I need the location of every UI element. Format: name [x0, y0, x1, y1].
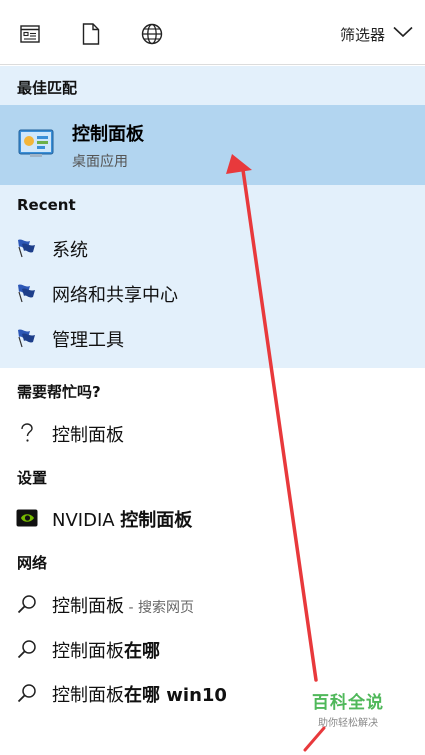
settings-item-prefix: NVIDIA — [52, 510, 121, 531]
recent-item-admin-tools[interactable]: 管理工具 — [0, 316, 425, 360]
watermark-logo: 百科全说 助你轻松解决 — [308, 688, 388, 729]
best-match-subtitle: 桌面应用 — [72, 154, 128, 170]
watermark-sub: 助你轻松解决 — [318, 718, 378, 729]
help-header: 需要帮忙吗? — [17, 383, 101, 401]
control-panel-icon — [18, 129, 54, 164]
flag-icon — [16, 282, 38, 304]
globe-icon[interactable] — [140, 22, 164, 46]
web-item-query: 控制面板 — [52, 685, 124, 706]
settings-item-nvidia[interactable]: NVIDIA 控制面板 — [0, 496, 425, 540]
search-icon — [16, 593, 38, 615]
question-icon — [16, 422, 38, 444]
web-item-bold: 在哪 win10 — [124, 685, 227, 706]
web-item-search[interactable]: 控制面板 - 搜索网页 — [0, 582, 425, 626]
chevron-down-icon — [393, 25, 413, 43]
document-icon[interactable] — [79, 22, 103, 46]
recent-item-label: 系统 — [52, 240, 88, 261]
recent-item-label: 管理工具 — [52, 330, 124, 351]
settings-item-label: NVIDIA 控制面板 — [52, 506, 192, 532]
watermark-main: 百科全说 — [312, 693, 384, 713]
recent-item-system[interactable]: 系统 — [0, 226, 425, 270]
recent-item-network-center[interactable]: 网络和共享中心 — [0, 271, 425, 315]
best-match-header: 最佳匹配 — [17, 79, 78, 97]
best-match-title: 控制面板 — [72, 124, 144, 145]
search-scope-bar: 筛选器 — [0, 0, 425, 65]
web-item-bold: 在哪 — [124, 641, 160, 662]
web-item-query: 控制面板 — [52, 596, 124, 617]
web-item-label: 控制面板在哪 — [52, 637, 160, 663]
search-icon — [16, 682, 38, 704]
filter-label: 筛选器 — [339, 25, 385, 44]
web-item-label: 控制面板 - 搜索网页 — [52, 592, 194, 618]
web-item-label: 控制面板在哪 win10 — [52, 681, 227, 707]
recent-header: Recent — [17, 196, 76, 214]
search-icon — [16, 638, 38, 660]
web-item-where[interactable]: 控制面板在哪 — [0, 627, 425, 671]
best-match-item[interactable] — [0, 105, 425, 185]
settings-item-bold: 控制面板 — [120, 510, 193, 531]
recent-item-label: 网络和共享中心 — [52, 285, 178, 306]
flag-icon — [16, 237, 38, 259]
help-item-control-panel[interactable]: 控制面板 — [0, 411, 425, 455]
filter-dropdown[interactable]: 筛选器 — [340, 22, 413, 46]
flag-icon — [16, 327, 38, 349]
web-header: 网络 — [17, 554, 48, 572]
web-item-query: 控制面板 — [52, 641, 124, 662]
nvidia-icon — [16, 507, 38, 529]
help-item-label: 控制面板 — [52, 425, 124, 446]
apps-icon[interactable] — [18, 22, 42, 46]
web-item-suffix: - 搜索网页 — [124, 600, 194, 616]
settings-header: 设置 — [17, 469, 48, 487]
